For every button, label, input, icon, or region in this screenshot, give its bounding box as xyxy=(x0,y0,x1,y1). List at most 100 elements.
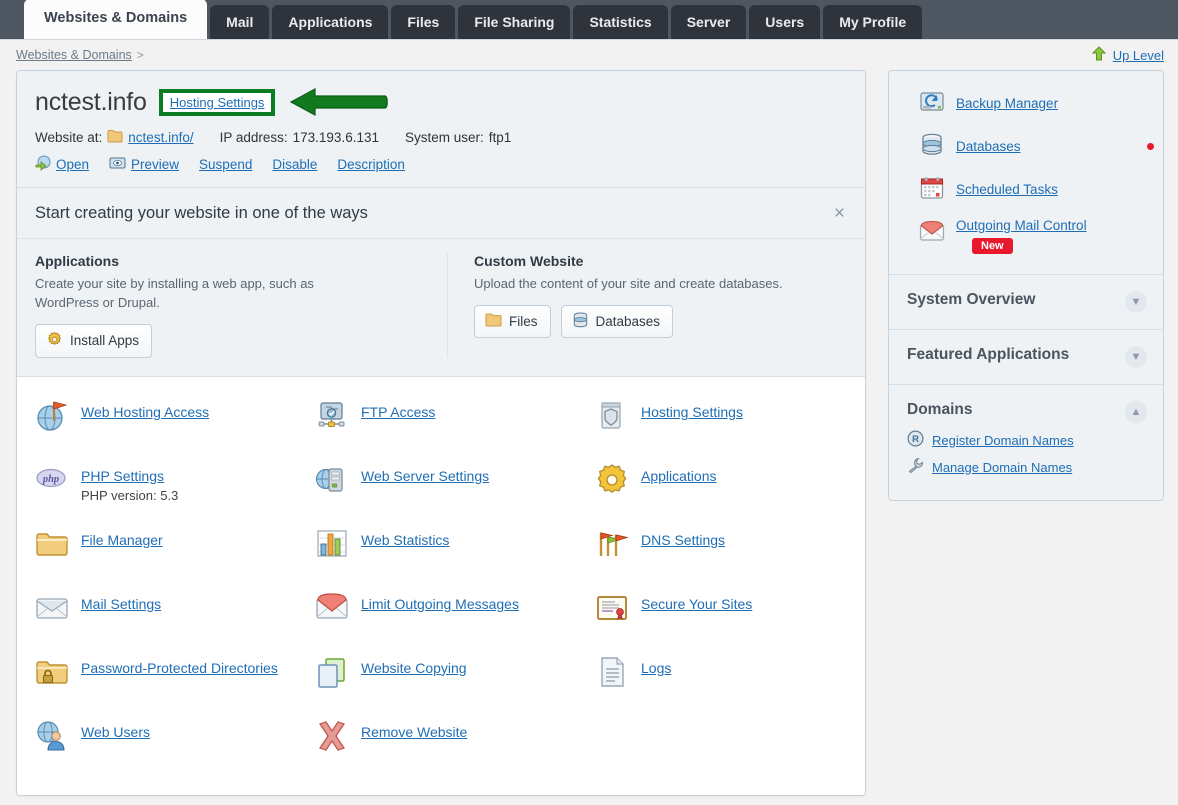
grid-item-web-statistics[interactable]: Web Statistics xyxy=(315,527,595,573)
dns-settings-link[interactable]: DNS Settings xyxy=(641,532,725,548)
hosting-settings-highlight: Hosting Settings xyxy=(158,88,276,116)
folder-icon xyxy=(485,312,502,330)
system-user-value: ftp1 xyxy=(488,130,512,145)
outgoing-mail-control-text: Outgoing Mail Control New xyxy=(956,218,1087,254)
grid-item-logs[interactable]: Logs xyxy=(595,655,847,701)
mail-settings-link[interactable]: Mail Settings xyxy=(81,596,161,612)
web-hosting-access-link[interactable]: Web Hosting Access xyxy=(81,404,209,420)
grid-item-file-manager[interactable]: File Manager xyxy=(35,527,315,573)
databases-link[interactable]: Databases xyxy=(956,139,1021,154)
backup-manager-link[interactable]: Backup Manager xyxy=(956,96,1058,111)
limit-outgoing-messages-link[interactable]: Limit Outgoing Messages xyxy=(361,596,519,612)
chevron-down-icon[interactable]: ▼ xyxy=(1125,291,1147,313)
grid-item-website-copying[interactable]: Website Copying xyxy=(315,655,595,701)
domain-actions-row: Open Preview Suspend Disable Description xyxy=(35,155,847,174)
scheduled-tasks-link[interactable]: Scheduled Tasks xyxy=(956,182,1058,197)
domains-title: Domains xyxy=(907,401,973,418)
tab-mail[interactable]: Mail xyxy=(210,5,270,39)
ftp-access-link[interactable]: FTP Access xyxy=(361,404,435,420)
tab-applications[interactable]: Applications xyxy=(272,5,389,39)
outgoing-mail-control-link[interactable]: Outgoing Mail Control xyxy=(956,218,1087,233)
files-button[interactable]: Files xyxy=(474,304,551,338)
grid-item-hosting-settings[interactable]: Hosting Settings xyxy=(595,399,847,445)
preview-action[interactable]: Preview xyxy=(109,156,179,173)
sidebar-section-domains[interactable]: Domains R Register Domain Names Manage D… xyxy=(889,384,1163,500)
grid-item-web-users[interactable]: Web Users xyxy=(35,719,315,765)
promo-applications-heading: Applications xyxy=(35,253,120,269)
password-protected-directories-link[interactable]: Password-Protected Directories xyxy=(81,660,278,676)
description-link[interactable]: Description xyxy=(337,157,405,172)
grid-item-text: Web Hosting Access xyxy=(81,399,209,422)
web-server-icon xyxy=(315,463,349,497)
register-domain-names-row[interactable]: R Register Domain Names xyxy=(907,430,1125,450)
grid-item-dns-settings[interactable]: DNS Settings xyxy=(595,527,847,573)
folder-icon xyxy=(35,527,69,561)
grid-item-password-protected-directories[interactable]: Password-Protected Directories xyxy=(35,655,315,701)
main-tab-bar: Websites & Domains Mail Applications Fil… xyxy=(0,0,1178,40)
grid-item-mail-settings[interactable]: Mail Settings xyxy=(35,591,315,637)
grid-item-limit-outgoing-messages[interactable]: Limit Outgoing Messages xyxy=(315,591,595,637)
tab-files[interactable]: Files xyxy=(391,5,456,39)
tools-grid: Web Hosting Access FTP Access Hosting Se… xyxy=(17,376,865,795)
secure-your-sites-link[interactable]: Secure Your Sites xyxy=(641,596,752,612)
grid-item-empty xyxy=(595,719,847,765)
file-manager-link[interactable]: File Manager xyxy=(81,532,163,548)
manage-domain-names-link[interactable]: Manage Domain Names xyxy=(932,460,1072,475)
tab-server[interactable]: Server xyxy=(670,5,747,39)
sidebar-section-system-overview[interactable]: System Overview ▼ xyxy=(889,274,1163,329)
disable-link[interactable]: Disable xyxy=(272,157,317,172)
install-apps-button[interactable]: Install Apps xyxy=(35,323,153,358)
chevron-down-icon[interactable]: ▼ xyxy=(1125,346,1147,368)
grid-item-text: DNS Settings xyxy=(641,527,725,550)
close-icon[interactable]: × xyxy=(832,204,847,223)
sidebar-section-featured-applications[interactable]: Featured Applications ▼ xyxy=(889,329,1163,384)
chevron-up-icon[interactable]: ▲ xyxy=(1125,401,1147,423)
mail-red-icon xyxy=(919,218,945,247)
grid-item-remove-website[interactable]: Remove Website xyxy=(315,719,595,765)
copy-pages-icon xyxy=(315,655,349,689)
hosting-settings-grid-link[interactable]: Hosting Settings xyxy=(641,404,743,420)
hosting-settings-link[interactable]: Hosting Settings xyxy=(170,95,265,110)
ftp-icon xyxy=(315,399,349,433)
grid-item-secure-your-sites[interactable]: Secure Your Sites xyxy=(595,591,847,637)
grid-item-web-hosting-access[interactable]: Web Hosting Access xyxy=(35,399,315,445)
database-icon xyxy=(919,132,945,161)
website-copying-link[interactable]: Website Copying xyxy=(361,660,467,676)
web-statistics-link[interactable]: Web Statistics xyxy=(361,532,449,548)
register-domain-names-link[interactable]: Register Domain Names xyxy=(932,433,1074,448)
remove-website-link[interactable]: Remove Website xyxy=(361,724,467,740)
applications-link[interactable]: Applications xyxy=(641,468,717,484)
breadcrumb-separator: > xyxy=(136,48,144,62)
user-globe-icon xyxy=(35,719,69,753)
open-link[interactable]: Open xyxy=(56,157,89,172)
tab-websites-domains[interactable]: Websites & Domains xyxy=(24,0,208,39)
up-level-button[interactable]: Up Level xyxy=(1091,45,1164,65)
preview-link[interactable]: Preview xyxy=(131,157,179,172)
tab-my-profile[interactable]: My Profile xyxy=(823,5,923,39)
tab-statistics[interactable]: Statistics xyxy=(573,5,668,39)
grid-item-applications[interactable]: Applications xyxy=(595,463,847,509)
website-url-link[interactable]: nctest.info/ xyxy=(128,130,193,145)
sidebar-item-databases[interactable]: Databases xyxy=(919,132,1147,161)
open-action[interactable]: Open xyxy=(35,155,89,174)
gear-icon xyxy=(46,331,63,351)
databases-button[interactable]: Databases xyxy=(560,304,674,338)
sidebar-item-scheduled-tasks[interactable]: Scheduled Tasks xyxy=(919,175,1147,204)
breadcrumb-link-websites-domains[interactable]: Websites & Domains xyxy=(16,48,132,62)
sidebar-item-outgoing-mail-control[interactable]: Outgoing Mail Control New xyxy=(919,218,1147,254)
sidebar-item-backup-manager[interactable]: Backup Manager xyxy=(919,89,1147,118)
manage-domain-names-row[interactable]: Manage Domain Names xyxy=(907,457,1125,477)
php-settings-link[interactable]: PHP Settings xyxy=(81,468,164,484)
grid-item-php-settings[interactable]: php PHP Settings PHP version: 5.3 xyxy=(35,463,315,509)
featured-applications-title: Featured Applications xyxy=(907,346,1070,363)
logs-link[interactable]: Logs xyxy=(641,660,671,676)
web-users-link[interactable]: Web Users xyxy=(81,724,150,740)
website-at-label: Website at: xyxy=(35,130,103,145)
grid-item-web-server-settings[interactable]: Web Server Settings xyxy=(315,463,595,509)
grid-item-text: PHP Settings PHP version: 5.3 xyxy=(81,463,178,503)
grid-item-ftp-access[interactable]: FTP Access xyxy=(315,399,595,445)
suspend-link[interactable]: Suspend xyxy=(199,157,252,172)
web-server-settings-link[interactable]: Web Server Settings xyxy=(361,468,489,484)
tab-file-sharing[interactable]: File Sharing xyxy=(458,5,571,39)
tab-users[interactable]: Users xyxy=(749,5,821,39)
